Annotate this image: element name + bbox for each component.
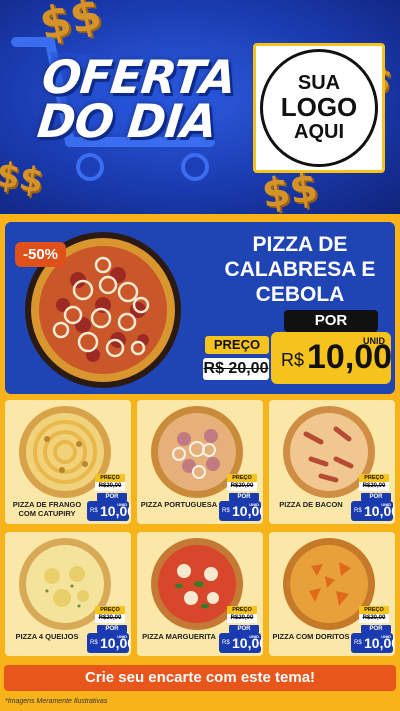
product-card: PIZZA MARGUERITA PREÇOR$20,00 PORR$10,00UN… xyxy=(137,532,263,656)
currency-symbol: R$ xyxy=(90,640,98,646)
product-name: PIZZA COM DORITOS xyxy=(272,632,350,641)
featured-offer: -50% PIZZA DE CALABRESA E CEBOLA POR PRE… xyxy=(5,222,395,394)
new-price-box: R$10,00UNID xyxy=(87,501,131,521)
old-price: R$20,00 xyxy=(359,614,389,623)
old-price: R$ 20,00 xyxy=(203,358,269,380)
por-label: POR xyxy=(97,625,127,633)
footnote: *Imagens Meramente Ilustrativas xyxy=(5,698,108,705)
create-flyer-button[interactable]: Crie seu encarte com este tema! xyxy=(4,665,396,691)
discount-badge: -50% xyxy=(15,242,67,267)
por-label: POR xyxy=(97,493,127,501)
logo-text: SUA xyxy=(297,72,341,95)
old-price: R$20,00 xyxy=(227,482,257,491)
new-price-box: R$10,00UNID xyxy=(87,633,131,653)
new-price-box: R$10,00UNID xyxy=(219,633,263,653)
preco-label: PREÇO xyxy=(227,474,257,482)
product-name: PIZZA DE FRANGO COM CATUPIRY xyxy=(12,500,82,518)
logo-circle: SUA LOGO AQUI xyxy=(260,49,378,167)
product-card: PIZZA DE BACON PREÇOR$20,00 PORR$10,00UNID xyxy=(269,400,395,524)
preco-label: PREÇO xyxy=(95,606,125,614)
product-name: PIZZA PORTUGUESA xyxy=(140,500,218,509)
old-price: R$20,00 xyxy=(359,482,389,491)
new-price-box: R$ 10,00 UNID xyxy=(271,332,392,384)
unit-label: UNID xyxy=(117,634,127,639)
product-card: PIZZA DE FRANGO COM CATUPIRY PREÇO R$20,00… xyxy=(5,400,131,524)
old-price: R$20,00 xyxy=(95,614,125,623)
currency-symbol: R$ xyxy=(222,508,230,514)
currency-symbol: R$ xyxy=(90,508,98,514)
por-label: POR xyxy=(284,310,378,332)
headline: OFERTA DO DIA xyxy=(34,50,274,148)
por-label: POR xyxy=(361,625,391,633)
product-card: PIZZA COM DORITOS PREÇOR$20,00 PORR$10,00U… xyxy=(269,532,395,656)
headline-line: DO DIA xyxy=(34,94,219,148)
new-price-box: R$10,00UNID xyxy=(351,633,395,653)
unit-label: UNID xyxy=(249,634,259,639)
headline-line: OFERTA xyxy=(39,50,238,104)
new-price-box: R$10,00UNID xyxy=(351,501,395,521)
unit-label: UNID xyxy=(363,336,385,346)
old-price: R$20,00 xyxy=(95,482,125,491)
por-label: POR xyxy=(229,625,259,633)
logo-text: LOGO xyxy=(280,92,358,123)
product-name: PIZZA DE BACON xyxy=(279,500,343,509)
old-price: R$20,00 xyxy=(227,614,257,623)
unit-label: UNID xyxy=(249,502,259,507)
unit-label: UNID xyxy=(117,502,127,507)
featured-title: PIZZA DE CALABRESA E CEBOLA xyxy=(224,233,376,306)
currency-symbol: R$ xyxy=(281,350,305,370)
por-label: POR xyxy=(229,493,259,501)
new-price-box: R$10,00UNID xyxy=(219,501,263,521)
logo-text: AQUI xyxy=(294,120,344,143)
unit-label: UNID xyxy=(381,634,391,639)
unit-label: UNID xyxy=(381,502,391,507)
product-name: PIZZA MARGUERITA xyxy=(142,632,216,641)
product-card: PIZZA PORTUGUESA PREÇOR$20,00 PORR$10,00UN… xyxy=(137,400,263,524)
preco-label: PREÇO xyxy=(227,606,257,614)
currency-symbol: R$ xyxy=(222,640,230,646)
preco-label: PREÇO xyxy=(95,474,125,482)
preco-label: PREÇO xyxy=(205,336,269,354)
por-label: POR xyxy=(361,493,391,501)
currency-symbol: R$ xyxy=(354,640,362,646)
header-banner: $$ $$ $$ $ OFERTA DO DIA SUA LOGO AQUI xyxy=(0,0,400,214)
preco-label: PREÇO xyxy=(359,474,389,482)
logo-placeholder: SUA LOGO AQUI xyxy=(253,43,385,173)
currency-symbol: R$ xyxy=(354,508,362,514)
product-name: PIZZA 4 QUEIJOS xyxy=(15,632,79,641)
product-card: PIZZA 4 QUEIJOS PREÇOR$20,00 PORR$10,00UNI… xyxy=(5,532,131,656)
preco-label: PREÇO xyxy=(359,606,389,614)
